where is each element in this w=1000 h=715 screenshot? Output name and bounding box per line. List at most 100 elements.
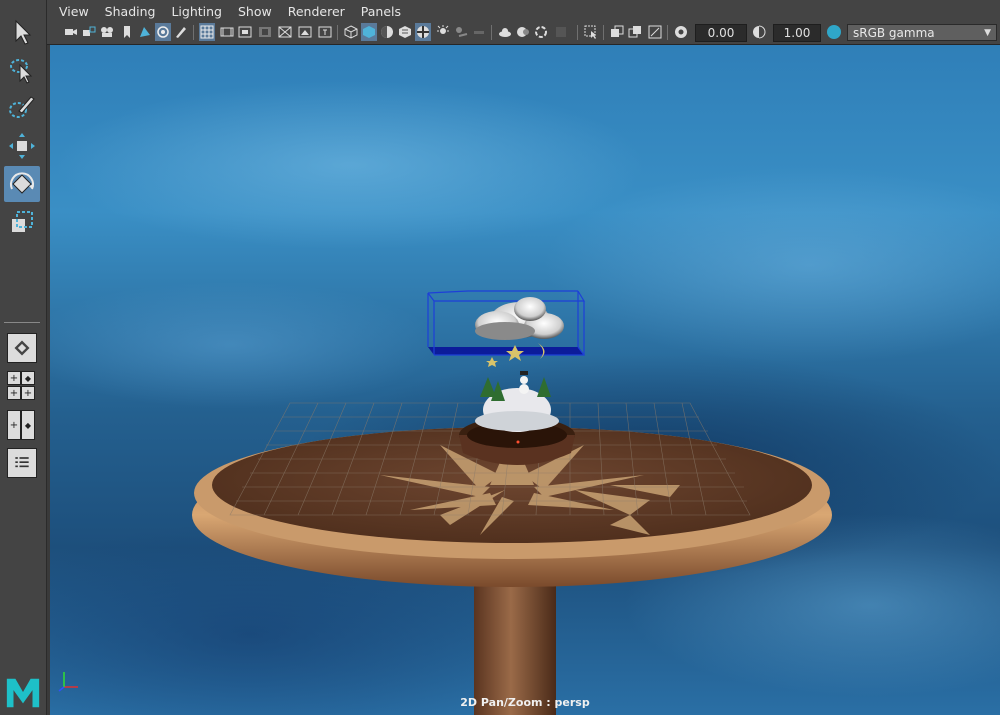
move-tool-icon	[9, 133, 35, 159]
x-ray-icon	[611, 25, 624, 37]
two-pane-layout-button-b[interactable]: ◆	[21, 410, 35, 440]
view-axis-indicator-icon	[58, 672, 78, 692]
resolution-gate-icon	[238, 26, 252, 38]
safe-title-button[interactable]	[317, 23, 333, 41]
image-plane-button[interactable]	[137, 23, 153, 41]
gamma-icon	[753, 25, 766, 39]
film-gate-icon	[220, 27, 234, 37]
menu-view[interactable]: View	[47, 0, 97, 22]
field-chart-icon	[278, 26, 292, 38]
x-ray-joints-button[interactable]	[647, 23, 663, 41]
rotate-tool-button[interactable]	[4, 166, 40, 202]
image-plane-icon	[140, 27, 150, 37]
film-gate-button[interactable]	[219, 23, 235, 41]
depth-of-field-button[interactable]	[533, 23, 549, 41]
select-arrow-icon	[15, 19, 32, 45]
menu-panels[interactable]: Panels	[353, 0, 409, 22]
shadows-button[interactable]	[453, 23, 469, 41]
motion-blur-button[interactable]	[497, 23, 513, 41]
camera-lock-icon	[83, 26, 96, 36]
tool-box: + ◆ + + + ◆	[0, 0, 47, 715]
textured-cube-icon	[399, 26, 411, 38]
toolbar-separator	[193, 25, 194, 40]
exposure-field[interactable]: 0.00	[695, 24, 747, 42]
screen-space-icon	[556, 27, 566, 37]
single-pane-layout-button[interactable]	[7, 333, 37, 363]
safe-action-button[interactable]	[297, 23, 313, 41]
camera-attributes-icon	[101, 27, 113, 37]
pencil-icon	[176, 27, 186, 38]
light-bulb-icon	[437, 25, 449, 34]
bookmark-button[interactable]	[119, 23, 135, 41]
outliner-layout-button[interactable]	[7, 448, 37, 478]
smooth-shade-button[interactable]	[361, 23, 377, 41]
motion-blur-icon	[499, 28, 511, 37]
bookmark-icon	[124, 26, 130, 38]
view-transform-toggle[interactable]	[825, 23, 843, 41]
wireframe-button[interactable]	[343, 23, 359, 41]
four-pane-layout-button-c[interactable]: +	[7, 386, 21, 400]
use-all-lights-button[interactable]	[415, 23, 431, 41]
depth-of-field-icon	[535, 26, 547, 38]
gamma-reset-button[interactable]	[751, 23, 767, 41]
diamond-icon: ◆	[24, 420, 32, 430]
scale-tool-button[interactable]	[4, 204, 40, 240]
shaded-cube-icon	[363, 26, 375, 38]
menu-shading[interactable]: Shading	[97, 0, 164, 22]
menu-show[interactable]: Show	[230, 0, 280, 22]
screen-space-button[interactable]	[553, 23, 569, 41]
toolbar-separator	[603, 25, 604, 40]
panel-toolbar: 0.00 1.00 sRGB gamma ▼	[47, 23, 1000, 43]
gate-mask-icon	[259, 27, 271, 37]
select-tool-button[interactable]	[4, 14, 40, 50]
colorspace-dropdown[interactable]: sRGB gamma ▼	[847, 24, 997, 41]
two-pane-icon: +	[9, 419, 19, 431]
lasso-tool-button[interactable]	[4, 52, 40, 88]
ao-icon	[474, 31, 484, 34]
toolbar-separator	[491, 25, 492, 40]
paint-select-tool-button[interactable]	[4, 90, 40, 126]
toolbar-separator	[337, 25, 338, 40]
color-management-icon	[827, 25, 841, 39]
antialias-icon	[517, 27, 529, 37]
chevron-down-icon: ▼	[984, 28, 991, 38]
menu-renderer[interactable]: Renderer	[280, 0, 353, 22]
multisample-button[interactable]	[515, 23, 531, 41]
move-tool-button[interactable]	[4, 128, 40, 164]
x-ray-button[interactable]	[609, 23, 625, 41]
select-camera-button[interactable]	[63, 23, 79, 41]
camera-attributes-button[interactable]	[99, 23, 115, 41]
menu-lighting[interactable]: Lighting	[163, 0, 230, 22]
grid-button[interactable]	[199, 23, 215, 41]
material-sphere-icon	[381, 26, 393, 38]
perspective-viewport[interactable]: 2D Pan/Zoom : persp	[50, 45, 1000, 715]
toolbox-divider	[4, 322, 40, 323]
default-material-button[interactable]	[379, 23, 395, 41]
exposure-reset-button[interactable]	[673, 23, 689, 41]
textured-button[interactable]	[397, 23, 413, 41]
scene-render	[192, 290, 832, 715]
ambient-occlusion-button[interactable]	[471, 23, 487, 41]
field-chart-button[interactable]	[277, 23, 293, 41]
checker-sphere-icon	[417, 26, 429, 38]
gamma-field[interactable]: 1.00	[773, 24, 821, 42]
four-pane-layout-button-d[interactable]: +	[21, 386, 35, 400]
isolate-select-button[interactable]	[583, 23, 599, 41]
safe-title-icon	[318, 26, 332, 38]
panel-menubar: View Shading Lighting Show Renderer Pane…	[47, 0, 1000, 45]
lock-camera-button[interactable]	[81, 23, 97, 41]
four-pane-icon: +	[9, 372, 19, 384]
selected-cloud-object	[427, 290, 586, 367]
wireframe-cube-icon	[344, 25, 358, 39]
gate-mask-button[interactable]	[257, 23, 273, 41]
2d-pan-zoom-button[interactable]	[155, 23, 171, 41]
two-pane-layout-button-a[interactable]: +	[7, 410, 21, 440]
grease-pencil-button[interactable]	[173, 23, 189, 41]
resolution-gate-button[interactable]	[237, 23, 253, 41]
x-ray-joints-icon	[648, 25, 662, 39]
lighting-button[interactable]	[435, 23, 451, 41]
x-ray-active-button[interactable]	[627, 23, 643, 41]
grid-icon	[200, 25, 214, 39]
four-pane-layout-button-a[interactable]: +	[7, 371, 21, 385]
four-pane-layout-button-b[interactable]: ◆	[21, 371, 35, 385]
